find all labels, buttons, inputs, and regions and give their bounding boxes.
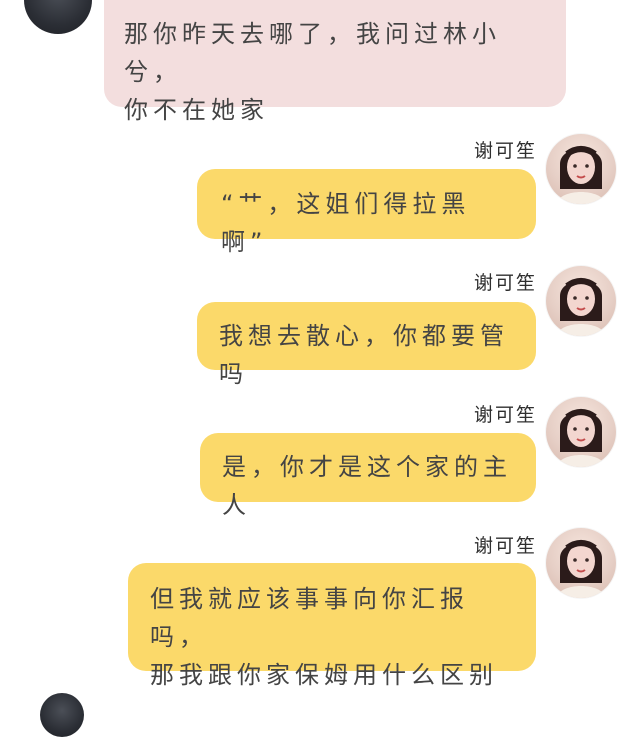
contact-avatar[interactable] (40, 693, 84, 737)
message-line: 那我跟你家保姆用什么区别 (150, 661, 498, 689)
sender-avatar[interactable] (546, 397, 616, 467)
message-line: 我想去散心，你都要管吗 (219, 322, 509, 388)
message-bubble-outgoing[interactable]: 我想去散心，你都要管吗 (197, 302, 536, 388)
sender-name: 谢可笙 (473, 140, 537, 162)
woman-portrait-icon (556, 278, 606, 336)
sender-avatar[interactable] (546, 528, 616, 598)
message-bubble-incoming[interactable]: 那你昨天去哪了，我问过林小兮， 你不在她家 (104, 0, 566, 124)
woman-portrait-icon (556, 540, 606, 598)
sender-name: 谢可笙 (473, 404, 537, 426)
woman-portrait-icon (556, 409, 606, 467)
message-line: “艹，这姐们得拉黑啊” (221, 190, 471, 256)
message-bubble-outgoing[interactable]: “艹，这姐们得拉黑啊” (197, 169, 536, 256)
message-bubble-outgoing[interactable]: 但我就应该事事向你汇报吗， 那我跟你家保姆用什么区别 (128, 563, 536, 689)
woman-portrait-icon (556, 146, 606, 204)
sender-avatar[interactable] (546, 134, 616, 204)
chat-conversation: 那你昨天去哪了，我问过林小兮， 你不在她家 谢可笙 “艹，这姐们得拉黑啊” 谢可… (0, 0, 640, 737)
contact-avatar[interactable] (24, 0, 92, 34)
sender-name: 谢可笙 (473, 272, 537, 294)
message-line: 你不在她家 (124, 96, 269, 124)
message-line: 是，你才是这个家的主人 (222, 453, 512, 519)
message-line: 那你昨天去哪了，我问过林小兮， (124, 20, 501, 86)
message-line: 但我就应该事事向你汇报吗， (150, 585, 469, 651)
message-bubble-outgoing[interactable]: 是，你才是这个家的主人 (200, 433, 536, 519)
sender-avatar[interactable] (546, 266, 616, 336)
sender-name: 谢可笙 (473, 535, 537, 557)
